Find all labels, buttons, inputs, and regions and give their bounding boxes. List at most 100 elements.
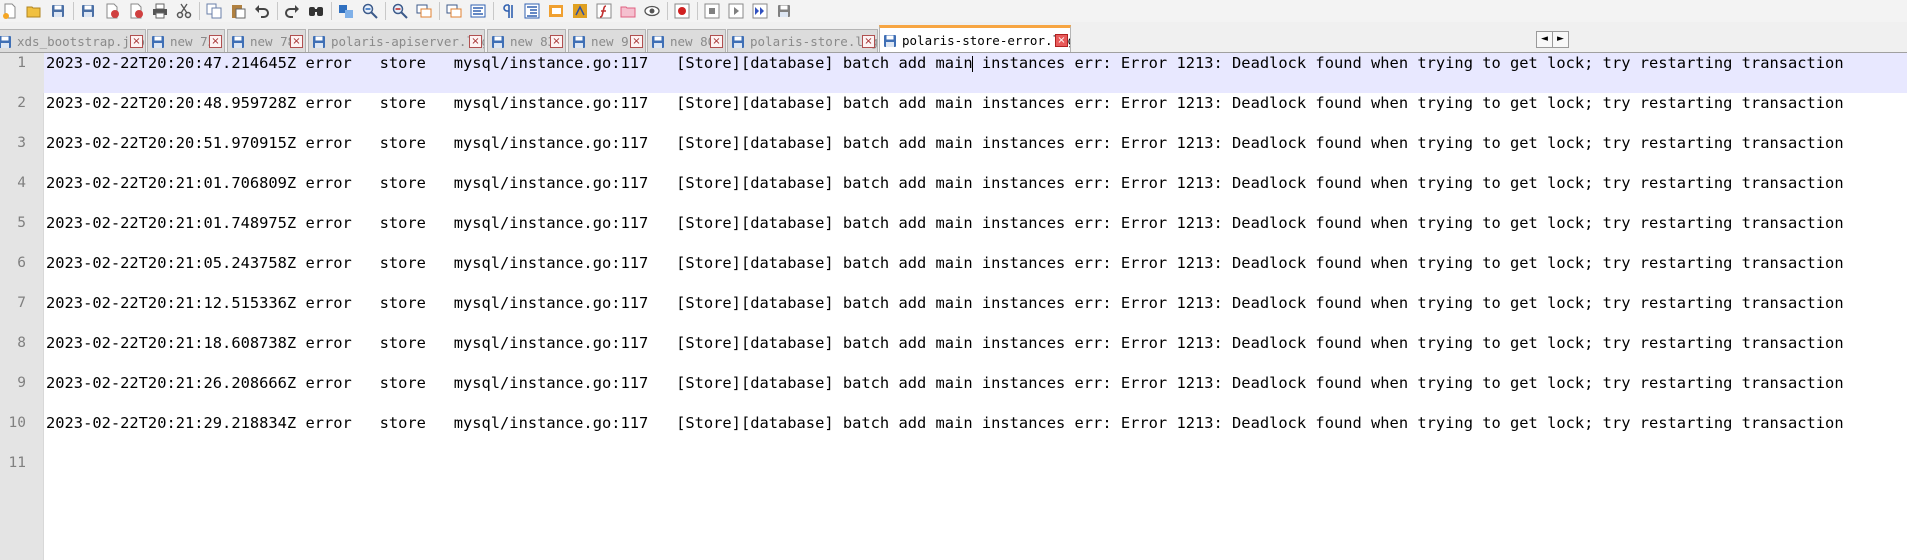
replace-button[interactable] [336, 1, 356, 21]
tab-new-80[interactable]: new 80 × [647, 29, 726, 52]
undo-button[interactable] [252, 1, 272, 21]
tab-new-78[interactable]: new 78 × [227, 29, 306, 52]
toolbar-separator [199, 2, 200, 20]
editor-line[interactable]: 8 2023-02-22T20:21:18.608738Z error stor… [0, 333, 1907, 373]
editor-line[interactable]: 2 2023-02-22T20:20:48.959728Z error stor… [0, 93, 1907, 133]
zoom-in-button[interactable] [360, 1, 380, 21]
sync-vertical-button[interactable] [414, 1, 434, 21]
editor-line[interactable]: 3 2023-02-22T20:20:51.970915Z error stor… [0, 133, 1907, 173]
print-button[interactable] [150, 1, 170, 21]
tab-label: new 78 [250, 34, 296, 49]
close-tab-icon[interactable]: × [862, 34, 875, 48]
record-macro-button[interactable] [672, 1, 692, 21]
indent-guide-button[interactable] [522, 1, 542, 21]
line-number: 1 [0, 53, 44, 93]
cut-button[interactable] [174, 1, 194, 21]
text-editor[interactable]: 1 2023-02-22T20:20:47.214645Z error stor… [0, 53, 1907, 560]
find-button[interactable] [306, 1, 326, 21]
editor-line[interactable]: 1 2023-02-22T20:20:47.214645Z error stor… [0, 53, 1907, 93]
line-number: 5 [17, 215, 26, 231]
line-number: 4 [17, 175, 26, 191]
saved-file-icon [651, 35, 665, 49]
line-text[interactable]: 2023-02-22T20:21:01.748975Z error store … [46, 213, 1886, 233]
tab-xds-bootstrap-json[interactable]: xds_bootstrap.json × [0, 29, 146, 52]
doc-map-button[interactable] [546, 1, 566, 21]
editor-line[interactable]: 7 2023-02-22T20:21:12.515336Z error stor… [0, 293, 1907, 333]
line-number: 6 [17, 255, 26, 271]
line-text[interactable]: 2023-02-22T20:20:51.970915Z error store … [46, 133, 1886, 153]
copy-icon [206, 3, 222, 19]
line-text[interactable]: 2023-02-22T20:21:29.218834Z error store … [46, 413, 1886, 433]
run-macro-multiple-icon [752, 3, 768, 19]
play-macro-button[interactable] [726, 1, 746, 21]
show-all-chars-button[interactable] [498, 1, 518, 21]
editor-line[interactable]: 4 2023-02-22T20:21:01.706809Z error stor… [0, 173, 1907, 213]
tab-polaris-store-log[interactable]: polaris-store.log × [727, 29, 878, 52]
function-button[interactable] [594, 1, 614, 21]
close-tab-icon[interactable]: × [550, 34, 563, 48]
undo-icon [254, 3, 270, 19]
tab-label: new 80 [670, 34, 716, 49]
line-text[interactable]: 2023-02-22T20:21:26.208666Z error store … [46, 373, 1886, 393]
saved-file-icon [151, 35, 165, 49]
line-text[interactable]: 2023-02-22T20:21:01.706809Z error store … [46, 173, 1886, 193]
toolbar-separator [667, 2, 668, 20]
folder-as-workspace-button[interactable] [618, 1, 638, 21]
close-tab-icon[interactable]: × [130, 34, 143, 48]
line-text[interactable]: 2023-02-22T20:21:18.608738Z error store … [46, 333, 1886, 353]
tab-polaris-apiserver-log[interactable]: polaris-apiserver.log × [308, 29, 485, 52]
toolbar-separator [493, 2, 494, 20]
zoom-out-icon [392, 3, 408, 19]
close-button[interactable] [102, 1, 122, 21]
line-text[interactable]: 2023-02-22T20:20:47.214645Z error store … [46, 53, 1886, 73]
stop-macro-button[interactable] [702, 1, 722, 21]
redo-button[interactable] [282, 1, 302, 21]
line-text[interactable]: 2023-02-22T20:20:48.959728Z error store … [46, 93, 1886, 113]
line-text[interactable]: 2023-02-22T20:21:12.515336Z error store … [46, 293, 1886, 313]
word-wrap-button[interactable] [468, 1, 488, 21]
save-icon [50, 3, 66, 19]
close-all-icon [128, 3, 144, 19]
tab-new-91[interactable]: new 91 × [568, 29, 646, 52]
save-macro-button[interactable] [774, 1, 794, 21]
close-all-button[interactable] [126, 1, 146, 21]
monitoring-button[interactable] [642, 1, 662, 21]
editor-line[interactable]: 5 2023-02-22T20:21:01.748975Z error stor… [0, 213, 1907, 253]
new-file-button[interactable] [0, 1, 20, 21]
saved-file-icon [491, 35, 505, 49]
editor-line[interactable]: 6 2023-02-22T20:21:05.243758Z error stor… [0, 253, 1907, 293]
word-wrap-icon [470, 3, 486, 19]
doc-map-icon [548, 3, 564, 19]
open-file-button[interactable] [24, 1, 44, 21]
run-macro-multiple-button[interactable] [750, 1, 770, 21]
tab-new-83[interactable]: new 83 × [487, 29, 566, 52]
editor-line[interactable]: 11 [0, 453, 1907, 473]
tab-polaris-store-error-log[interactable]: polaris-store-error.log × [879, 25, 1071, 52]
line-text[interactable]: 2023-02-22T20:21:05.243758Z error store … [46, 253, 1886, 273]
function-list-button[interactable] [570, 1, 590, 21]
tab-label: polaris-store-error.log [902, 33, 1071, 48]
close-tab-icon[interactable]: × [469, 34, 482, 48]
editor-lines[interactable]: 1 2023-02-22T20:20:47.214645Z error stor… [0, 53, 1907, 473]
tab-new-75[interactable]: new 75 × [147, 29, 225, 52]
zoom-out-button[interactable] [390, 1, 410, 21]
sync-horizontal-button[interactable] [444, 1, 464, 21]
toolbar-separator [385, 2, 386, 20]
zoom-in-icon [362, 3, 378, 19]
copy-button[interactable] [204, 1, 224, 21]
close-tab-icon[interactable]: × [630, 34, 643, 48]
save-button[interactable] [48, 1, 68, 21]
paste-button[interactable] [228, 1, 248, 21]
replace-icon [338, 3, 354, 19]
save-macro-icon [776, 3, 792, 19]
editor-line[interactable]: 10 2023-02-22T20:21:29.218834Z error sto… [0, 413, 1907, 453]
close-tab-icon[interactable]: × [290, 34, 303, 48]
close-tab-icon[interactable]: × [209, 34, 222, 48]
tab-scroll-right-button[interactable]: ► [1552, 31, 1569, 48]
close-tab-icon[interactable]: × [1055, 33, 1068, 47]
editor-line[interactable]: 9 2023-02-22T20:21:26.208666Z error stor… [0, 373, 1907, 413]
sync-horizontal-icon [446, 3, 462, 19]
close-tab-icon[interactable]: × [710, 34, 723, 48]
save-all-button[interactable] [78, 1, 98, 21]
tab-scroll-left-button[interactable]: ◄ [1536, 31, 1553, 48]
